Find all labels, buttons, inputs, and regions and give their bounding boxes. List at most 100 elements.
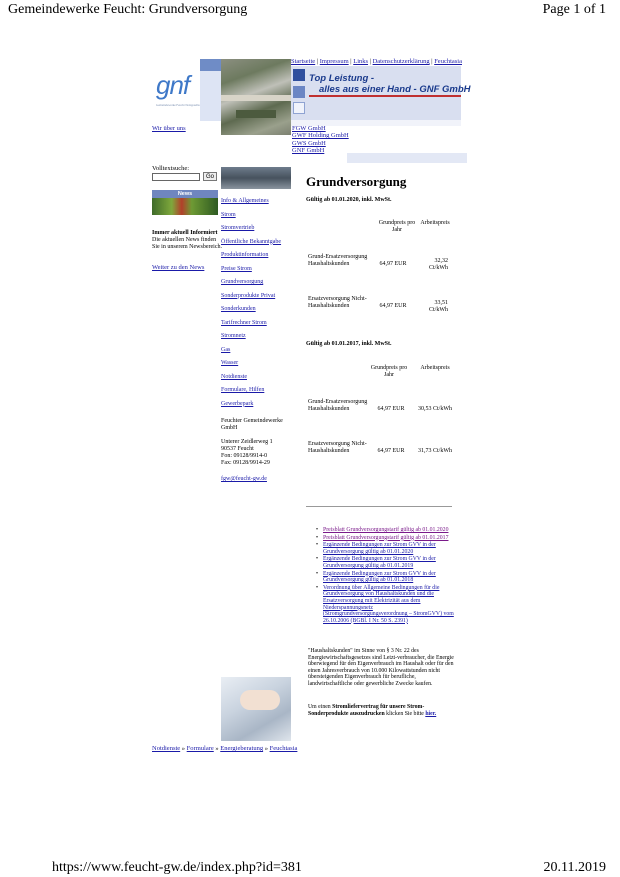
- email-link[interactable]: fgw@feucht-gw.de: [221, 476, 267, 482]
- document-link[interactable]: Ergänzende Bedingungen zur Strom GVV in …: [323, 571, 436, 584]
- row-label: Grund-Ersatzversorgung Haushaltskunden: [308, 399, 368, 412]
- news-heading: News: [152, 190, 218, 198]
- row-grundpreis: 64,97 EUR: [379, 261, 407, 267]
- list-item: Preisblatt Grundversorgungstarif gültig …: [316, 535, 456, 542]
- col-header-arbeitspreis: Arbeitspreis: [420, 365, 450, 371]
- sidebar-item-stromnetz[interactable]: Stromnetz: [221, 333, 291, 347]
- bottom-navigation: Notdienste » Formulare » Energieberatung…: [152, 745, 298, 752]
- search-label: Volltextsuche:: [152, 165, 190, 172]
- row-arbeitspreis: 32,32 Ct/kWh: [429, 258, 448, 271]
- document-link[interactable]: Preisblatt Grundversorgungstarif gültig …: [323, 527, 448, 533]
- header-strip-light: [200, 71, 221, 121]
- banner-square-icon: [293, 86, 305, 98]
- row-arbeitspreis: 30,53 Ct/kWh: [418, 406, 452, 412]
- side-navigation: Info & Allgemeines Strom Stromvertrieb Ö…: [221, 198, 291, 414]
- print-url: https://www.feucht-gw.de/index.php?id=38…: [52, 860, 302, 875]
- contract-here-link[interactable]: hier.: [425, 711, 436, 717]
- sidebar-item-preise-strom[interactable]: Preise Strom: [221, 266, 291, 280]
- slogan-line-1: Top Leistung -: [309, 73, 375, 84]
- sidebar-item-produktinformation[interactable]: Produktinformation: [221, 252, 291, 266]
- sidebar-item-strom[interactable]: Strom: [221, 212, 291, 226]
- row-label: Grund-Ersatzversorgung Haushaltskunden: [308, 254, 368, 267]
- news-image: [152, 198, 218, 215]
- document-link[interactable]: Ergänzende Bedingungen zur Strom GVV in …: [323, 556, 436, 569]
- news-more-link[interactable]: Weiter zu den News: [152, 264, 204, 271]
- sidebar-item-wasser[interactable]: Wasser: [221, 360, 291, 374]
- list-item: Ergänzende Bedingungen zur Strom GVV in …: [316, 556, 456, 569]
- banner-square-icon: [293, 102, 305, 114]
- company-logo[interactable]: gnf: [156, 70, 190, 101]
- header-strip: [200, 59, 221, 71]
- address-fax: Fax: 09128/9914-29: [221, 460, 270, 466]
- contact-address: Feuchter Gemeindewerke GmbH Unterer Zeid…: [221, 418, 293, 467]
- validity-2020: Gültig ab 01.01.2020, inkl. MwSt.: [306, 197, 392, 203]
- list-item: Verordnung über Allgemeine Bedingungen f…: [316, 585, 456, 625]
- row-arbeitspreis: 31,73 Ct/kWh: [418, 448, 452, 454]
- col-header-grundpreis: Grundpreis pro Jahr: [378, 220, 416, 233]
- bottom-nav-formulare[interactable]: Formulare: [187, 745, 214, 752]
- sidebar-item-sonderkunden[interactable]: Sonderkunden: [221, 306, 291, 320]
- banner-square-icon: [293, 69, 305, 81]
- sidebar-item-formulare[interactable]: Formulare, Hilfen: [221, 387, 291, 401]
- bottom-nav-feuchtasia[interactable]: Feuchtasia: [270, 745, 298, 752]
- top-navigation: Startseite | Impressum | Links | Datensc…: [291, 58, 462, 65]
- company-link-fgw[interactable]: FGW GmbH: [292, 125, 326, 132]
- search-input[interactable]: [152, 173, 200, 181]
- sidebar-item-gewerbepark[interactable]: Gewerbepark: [221, 401, 291, 415]
- row-grundpreis: 64,97 EUR: [379, 303, 407, 309]
- document-link[interactable]: Verordnung über Allgemeine Bedingungen f…: [323, 585, 454, 624]
- nav-datenschutz[interactable]: Datenschutzerklärung: [373, 58, 430, 65]
- sidebar-item-notdienste[interactable]: Notdienste: [221, 374, 291, 388]
- slogan-line-2: alles aus einer Hand - GNF GmbH: [319, 84, 471, 95]
- company-link-gnf[interactable]: GNF GmbH: [292, 147, 324, 154]
- validity-2017: Gültig ab 01.01.2017, inkl. MwSt.: [306, 341, 392, 347]
- company-band: [347, 153, 467, 163]
- nav-startseite[interactable]: Startseite: [291, 58, 315, 65]
- sidebar-item-bekanntgabe[interactable]: Öffentliche Bekanntgabe: [221, 239, 291, 253]
- list-item: Ergänzende Bedingungen zur Strom GVV in …: [316, 542, 456, 555]
- search-go-button[interactable]: Go: [203, 172, 217, 181]
- contract-note-prefix: Um einen: [308, 704, 333, 710]
- bottom-nav-notdienste[interactable]: Notdienste: [152, 745, 180, 752]
- nav-impressum[interactable]: Impressum: [320, 58, 349, 65]
- document-link[interactable]: Preisblatt Grundversorgungstarif gültig …: [323, 535, 448, 541]
- sidebar-item-info[interactable]: Info & Allgemeines: [221, 198, 291, 212]
- col-header-grundpreis: Grundpreis pro Jahr: [370, 365, 408, 378]
- company-link-gws[interactable]: GWS GmbH: [292, 140, 326, 147]
- bottom-nav-energieberatung[interactable]: Energieberatung: [220, 745, 263, 752]
- company-link-gwf[interactable]: GWF Holding GmbH: [292, 132, 349, 139]
- nav-feuchtasia[interactable]: Feuchtasia: [434, 58, 462, 65]
- col-header-arbeitspreis: Arbeitspreis: [420, 220, 450, 226]
- news-body: Die aktuellen News finden Sie in unserem…: [152, 237, 222, 250]
- address-phone: Fon: 09128/9914-0: [221, 453, 268, 459]
- document-list: Preisblatt Grundversorgungstarif gültig …: [316, 527, 456, 625]
- row-label: Ersatzversorgung Nicht-Haushaltskunden: [308, 296, 367, 309]
- sidebar-item-sonderprodukte[interactable]: Sonderprodukte Privat: [221, 293, 291, 307]
- list-item: Ergänzende Bedingungen zur Strom GVV in …: [316, 571, 456, 584]
- row-label: Ersatzversorgung Nicht-Haushaltskunden: [308, 441, 367, 454]
- price-table-2020: Grundpreis pro Jahr Arbeitspreis Grund-E…: [308, 220, 452, 320]
- row-arbeitspreis: 33,51 Ct/kWh: [429, 300, 448, 313]
- sidebar-item-gas[interactable]: Gas: [221, 347, 291, 361]
- list-item: Preisblatt Grundversorgungstarif gültig …: [316, 527, 456, 534]
- print-page-number: Page 1 of 1: [542, 2, 606, 17]
- contract-print-note: Um einen Stromliefervertrag für unsere S…: [308, 704, 454, 717]
- slogan-underline: [309, 95, 461, 97]
- aerial-photo-field: [236, 110, 276, 118]
- haushaltskunden-definition: "Haushaltskunden" im Sinne von § 3 Nr. 2…: [308, 648, 454, 687]
- contract-note-mid: klicken Sie bitte: [384, 710, 426, 717]
- company-links: FGW GmbH GWF Holding GmbH GWS GmbH GNF G…: [292, 125, 349, 155]
- nav-links[interactable]: Links: [353, 58, 368, 65]
- sidebar-item-tarifrechner[interactable]: Tarifrechner Strom: [221, 320, 291, 334]
- print-title: Gemeindewerke Feucht: Grundversorgung: [8, 2, 248, 17]
- sidebar-item-stromvertrieb[interactable]: Stromvertrieb: [221, 225, 291, 239]
- address-company: Feuchter Gemeindewerke GmbH: [221, 418, 283, 431]
- address-street: Unterer Zeidlerweg 1: [221, 439, 273, 445]
- document-link[interactable]: Ergänzende Bedingungen zur Strom GVV in …: [323, 542, 436, 555]
- page-title: Grundversorgung: [306, 174, 407, 189]
- sidebar-item-grundversorgung[interactable]: Grundversorgung: [221, 279, 291, 293]
- address-city: 90537 Feucht: [221, 446, 254, 452]
- wir-ueber-uns-link[interactable]: Wir über uns: [152, 125, 186, 132]
- building-photo: [221, 167, 291, 189]
- print-date: 20.11.2019: [543, 860, 606, 875]
